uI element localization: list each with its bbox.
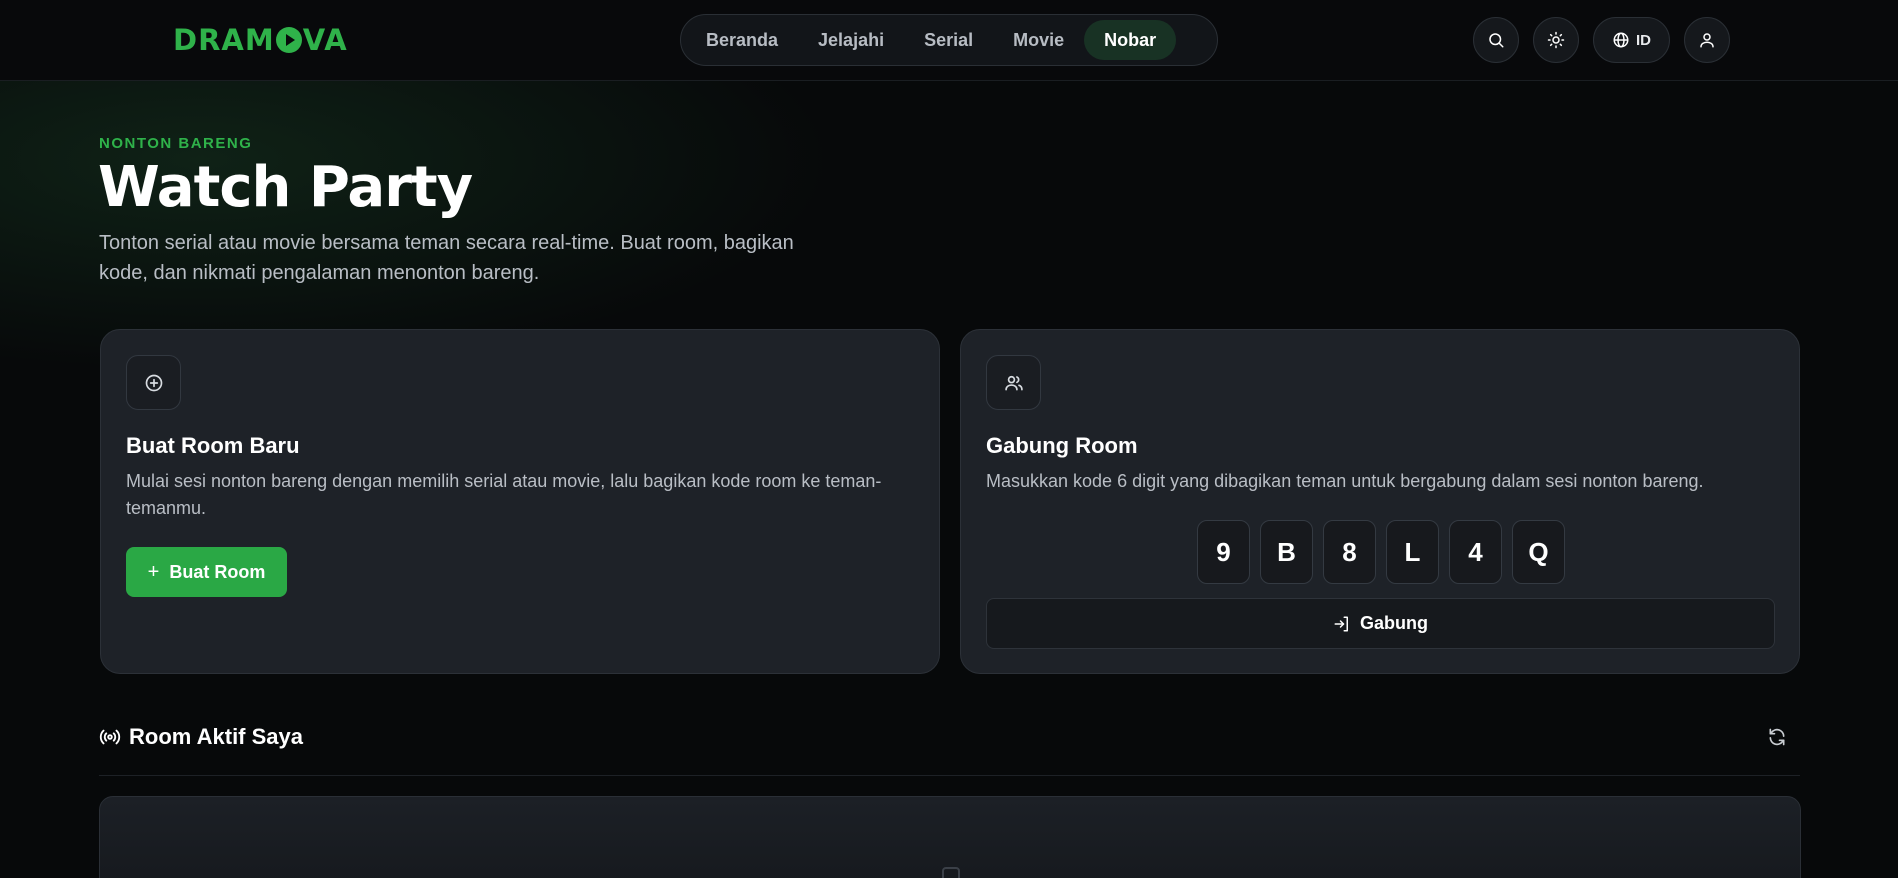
nav-item-jelajahi[interactable]: Jelajahi: [798, 20, 904, 60]
refresh-rooms-button[interactable]: [1764, 724, 1790, 750]
nav-item-serial[interactable]: Serial: [904, 20, 993, 60]
nav-item-nobar[interactable]: Nobar: [1084, 20, 1177, 60]
active-rooms-title: Room Aktif Saya: [129, 724, 304, 749]
join-room-title: Gabung Room: [986, 433, 1138, 458]
logo-text-left: DRAM: [173, 23, 275, 57]
user-icon: [1700, 33, 1714, 48]
join-room-card: Gabung Room Masukkan kode 6 digit yang d…: [960, 329, 1800, 674]
plus-circle-icon: [145, 374, 162, 391]
broadcast-icon: [99, 729, 121, 745]
join-room-description: Masukkan kode 6 digit yang dibagikan tem…: [986, 471, 1704, 491]
page-eyebrow: NONTON BARENG: [99, 135, 253, 152]
search-button[interactable]: [1473, 17, 1519, 63]
join-room-icon-box: [986, 355, 1041, 410]
empty-state-icon: [942, 867, 960, 878]
users-icon: [1004, 375, 1023, 390]
code-digit-4[interactable]: L: [1386, 520, 1439, 584]
create-room-icon-box: [126, 355, 181, 410]
create-room-title: Buat Room Baru: [126, 433, 300, 458]
language-button[interactable]: ID: [1593, 17, 1670, 63]
active-rooms-panel: [99, 796, 1801, 878]
nav-item-movie[interactable]: Movie: [993, 20, 1084, 60]
search-icon: [1489, 33, 1504, 48]
code-digit-2[interactable]: B: [1260, 520, 1313, 584]
language-label: ID: [1636, 31, 1651, 49]
join-room-button-label: Gabung: [1360, 613, 1428, 633]
create-room-button[interactable]: + Buat Room: [126, 547, 287, 597]
login-icon: [1334, 616, 1348, 631]
main-nav: Beranda Jelajahi Serial Movie Nobar: [680, 14, 1218, 66]
create-room-description: Mulai sesi nonton bareng dengan memilih …: [126, 471, 882, 518]
join-room-button[interactable]: Gabung: [986, 598, 1775, 649]
logo-text-right: VA: [302, 23, 348, 57]
active-rooms-header: Room Aktif Saya: [99, 724, 303, 750]
nav-item-beranda[interactable]: Beranda: [686, 20, 798, 60]
sun-icon: [1547, 31, 1565, 49]
account-button[interactable]: [1684, 17, 1730, 63]
page-title: Watch Party: [98, 155, 473, 220]
code-digit-5[interactable]: 4: [1449, 520, 1502, 584]
code-digit-6[interactable]: Q: [1512, 520, 1565, 584]
dramova-logo[interactable]: DRAM VA: [173, 23, 348, 57]
globe-icon: [1613, 32, 1629, 48]
code-digit-3[interactable]: 8: [1323, 520, 1376, 584]
refresh-icon: [1769, 728, 1785, 746]
play-icon: [275, 27, 302, 53]
theme-toggle-button[interactable]: [1533, 17, 1579, 63]
plus-icon: +: [147, 560, 160, 583]
code-digit-1[interactable]: 9: [1197, 520, 1250, 584]
room-code-inputs: 9 B 8 L 4 Q: [1197, 520, 1565, 584]
top-header: DRAM VA Beranda Jelajahi Serial Movie Nob…: [0, 0, 1898, 81]
section-divider: [99, 775, 1800, 776]
create-room-card: Buat Room Baru Mulai sesi nonton bareng …: [100, 329, 940, 674]
page-subtitle: Tonton serial atau movie bersama teman s…: [99, 232, 794, 284]
create-room-button-label: Buat Room: [169, 561, 266, 582]
